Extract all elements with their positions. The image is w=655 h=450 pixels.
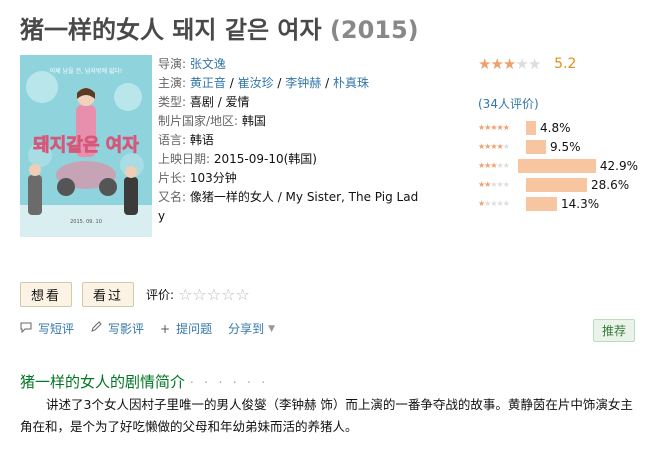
poster-tagline: 이제 남을 건, 남자밖에 없다! (50, 67, 123, 75)
runtime-label: 片长: (158, 171, 187, 185)
genre-value: 喜剧 / 爱情 (189, 95, 250, 109)
rating-distribution: ★★★★★ 4.8% ★★★★★ 9.5% ★★★★★ 42.9% ★★★★★ 28.6% ★★… (478, 118, 638, 213)
rating-bar (526, 196, 557, 211)
poster-date-text: 2015. 09. 10 (70, 219, 102, 225)
rating-panel: ★★★★★ 5.2 (34人评价) ★★★★★ 4.8% ★★★★★ 9.5% ★★★★… (478, 55, 638, 213)
rating-score: 5.2 (554, 56, 577, 72)
rating-row-4-star: ★★★★★ 9.5% (478, 137, 638, 156)
rating-percent: 42.9% (599, 158, 638, 173)
star-empty-icon: ★ (527, 55, 541, 73)
rating-percent: 14.3% (561, 196, 600, 211)
synopsis-title: 猪一样的女人的剧情简介 · · · · · · (20, 371, 268, 392)
speech-bubble-icon (20, 321, 32, 336)
director-label: 导演: (158, 57, 187, 71)
rating-bar (518, 158, 596, 173)
rating-row-5-star: ★★★★★ 4.8% (478, 118, 638, 137)
star-empty-icon: ★ (502, 161, 510, 170)
release-label: 上映日期: (158, 152, 211, 166)
rating-row-stars: ★★★★★ (478, 142, 526, 151)
release-value: 2015-09-10(韩国) (213, 152, 317, 166)
rating-row-1-star: ★★★★★ 14.3% (478, 194, 638, 213)
recommend-button[interactable]: 推荐 (593, 319, 636, 342)
star-filled-icon: ★ (478, 55, 491, 73)
runtime-row: 片长: 103分钟 (158, 169, 423, 188)
cast-link-2[interactable]: 崔汝珍 (238, 76, 274, 90)
country-row: 制片国家/地区: 韩国 (158, 112, 423, 131)
ask-link[interactable]: + 提问题 (160, 320, 212, 337)
cast-label: 主演: (158, 76, 187, 90)
aka-label: 又名: (158, 190, 187, 204)
votes-link[interactable]: (34人评价) (478, 97, 539, 111)
title-main: 猪一样的女人 돼지 같은 여자 (20, 16, 322, 44)
caret-down-icon: ▼ (268, 323, 276, 334)
rating-bar (526, 177, 587, 192)
rating-row-stars: ★★★★★ (478, 180, 526, 189)
pencil-icon (90, 321, 102, 336)
page-title: 猪一样的女人 돼지 같은 여자 (2015) (20, 10, 419, 45)
director-link[interactable]: 张文逸 (190, 57, 226, 71)
poster-image: 이제 남을 건, 남자밖에 없다! 돼지같은 여자 2015. 09. 10 (20, 55, 152, 237)
star-empty-icon: ★ (502, 180, 510, 189)
cast-link-1[interactable]: 黄正音 (190, 76, 226, 90)
language-row: 语言: 韩语 (158, 131, 423, 150)
action-bar: 想看 看过 评价: ☆☆☆☆☆ (20, 282, 250, 307)
language-value: 韩语 (189, 133, 214, 147)
synopsis-title-text: 猪一样的女人的剧情简介 (20, 373, 186, 391)
short-review-label: 写短评 (38, 322, 75, 336)
rating-row-2-star: ★★★★★ 28.6% (478, 175, 638, 194)
country-value: 韩国 (241, 114, 266, 128)
director-row: 导演: 张文逸 (158, 55, 423, 74)
rating-bar (526, 120, 536, 135)
star-filled-icon: ★ (502, 55, 516, 73)
rate-label: 评价: (146, 288, 175, 302)
release-row: 上映日期: 2015-09-10(韩国) (158, 150, 423, 169)
rating-percent: 4.8% (540, 120, 571, 135)
plus-icon: + (160, 321, 171, 336)
short-review-link[interactable]: 写短评 (20, 320, 74, 337)
review-link[interactable]: 写影评 (90, 320, 144, 337)
aka-value: 像猪一样的女人 / My Sister, The Pig Lady (158, 190, 419, 223)
cast-row: 主演: 黄正音 / 崔汝珍 / 李钟赫 / 朴真珠 (158, 76, 369, 90)
review-label: 写影评 (108, 322, 145, 336)
link-bar: 写短评 写影评 + 提问题 分享到 ▼ (20, 320, 291, 337)
rating-percent: 28.6% (591, 177, 630, 192)
aka-row: 又名: 像猪一样的女人 / My Sister, The Pig Lady (158, 188, 423, 226)
votes-count: (34人评价) (478, 95, 638, 112)
rating-row-3-star: ★★★★★ 42.9% (478, 156, 638, 175)
rating-row-stars: ★★★★★ (478, 199, 526, 208)
star-empty-icon: ★ (502, 199, 510, 208)
rate-stars-input[interactable]: ☆☆☆☆☆ (178, 285, 250, 304)
rating-bar (526, 139, 546, 154)
country-label: 制片国家/地区: (158, 114, 239, 128)
genre-label: 类型: (158, 95, 187, 109)
poster-title-text: 돼지같은 여자 (33, 135, 139, 156)
rating-row-stars: ★★★★★ (478, 123, 526, 132)
movie-poster[interactable]: 이제 남을 건, 남자밖에 없다! 돼지같은 여자 2015. 09. 10 (20, 55, 152, 237)
want-to-watch-button[interactable]: 想看 (20, 282, 73, 307)
language-label: 语言: (158, 133, 187, 147)
rating-percent: 9.5% (550, 139, 581, 154)
cast-link-3[interactable]: 李钟赫 (285, 76, 321, 90)
runtime-value: 103分钟 (189, 171, 237, 185)
star-filled-icon: ★ (502, 123, 510, 132)
star-empty-icon: ★ (515, 55, 528, 73)
synopsis-title-dots: · · · · · · (189, 376, 269, 391)
watched-button[interactable]: 看过 (82, 282, 135, 307)
star-empty-icon: ★ (502, 142, 510, 151)
share-label: 分享到 (228, 322, 265, 336)
title-year: (2015) (329, 16, 419, 44)
genre-row: 类型: 喜剧 / 爱情 (158, 93, 423, 112)
share-link[interactable]: 分享到 ▼ (228, 320, 275, 337)
star-filled-icon: ★ (490, 55, 503, 73)
synopsis-text: 讲述了3个女人因村子里唯一的男人俊燮（李钟赫 饰）而上演的一番争夺战的故事。黄静… (20, 397, 633, 434)
movie-info: 导演: 张文逸 主演: 黄正音 / 崔汝珍 / 李钟赫 / 朴真珠 类型: 喜剧… (158, 55, 423, 226)
rating-stars: ★★★★★ (478, 55, 541, 73)
rating-row-stars: ★★★★★ (478, 161, 518, 170)
cast-link-4[interactable]: 朴真珠 (333, 76, 369, 90)
ask-label: 提问题 (176, 322, 213, 336)
